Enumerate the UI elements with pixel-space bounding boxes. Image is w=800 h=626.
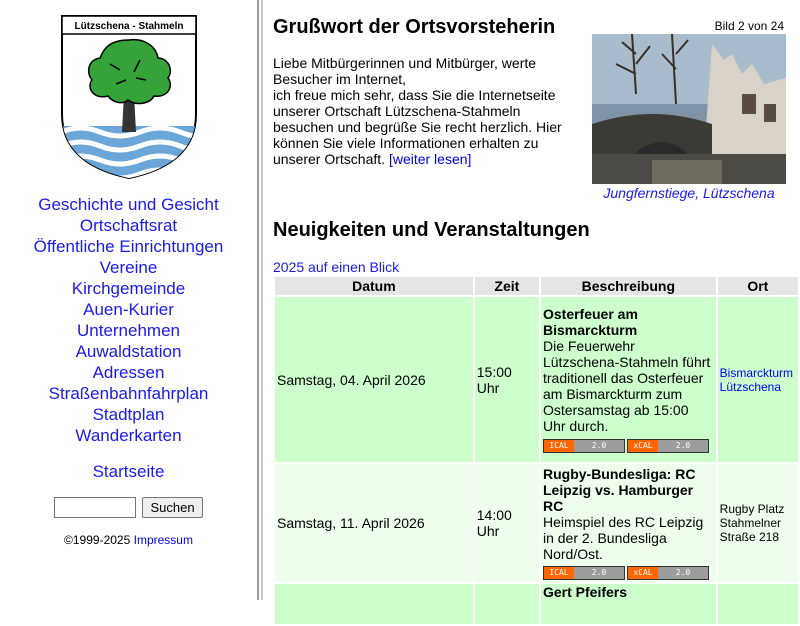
- nav-link-geschichte[interactable]: Geschichte und Gesicht: [0, 194, 257, 215]
- event-description: Rugby-Bundesliga: RC Leipzig vs. Hamburg…: [540, 464, 716, 582]
- event-time: 15:00 Uhr: [474, 297, 539, 462]
- event-location: Bismarckturm Lützschena: [717, 297, 798, 462]
- event-description: Osterfeuer am Bismarckturm Die Feuerwehr…: [540, 297, 716, 462]
- xcal-label: xCAL: [627, 439, 658, 452]
- ical-version: 2.0: [573, 439, 624, 452]
- location-line: Bismarckturm: [719, 365, 793, 380]
- calendar-badges: ICAL 2.0 xCAL 2.0: [542, 564, 711, 581]
- event-time: [474, 584, 539, 624]
- xcal-version: 2.0: [657, 439, 708, 452]
- table-row: Samstag, 11. April 2026 14:00 Uhr Rugby-…: [275, 464, 798, 582]
- copyright: ©1999-2025 Impressum: [0, 533, 257, 547]
- main-content: Grußwort der Ortsvorsteherin Liebe Mitbü…: [263, 0, 800, 624]
- photo-gallery: Bild 2 von 24 Jungfernstiege, Lützschena: [592, 19, 786, 201]
- search-form: Suchen: [54, 497, 203, 518]
- event-description: Gert Pfeifers: [540, 584, 716, 624]
- search-button[interactable]: Suchen: [142, 497, 203, 518]
- ical-badge[interactable]: ICAL 2.0: [542, 438, 625, 453]
- event-time: 14:00 Uhr: [474, 464, 539, 582]
- ical-label: ICAL: [543, 439, 574, 452]
- greeting-text: Liebe Mitbürgerinnen und Mitbürger, wert…: [273, 55, 583, 167]
- photo-counter: Bild 2 von 24: [714, 19, 784, 33]
- home-link-container: Startseite: [0, 462, 257, 482]
- photo-caption-link[interactable]: Jungfernstiege, Lützschena: [592, 185, 786, 201]
- nav-link-wanderkarten[interactable]: Wanderkarten: [0, 425, 257, 446]
- xcal-badge[interactable]: xCAL 2.0: [626, 566, 709, 581]
- copyright-text: ©1999-2025: [64, 533, 131, 547]
- ical-badge[interactable]: ICAL 2.0: [542, 566, 625, 581]
- nav-link-ortschaftsrat[interactable]: Ortschaftsrat: [0, 215, 257, 236]
- coat-of-arms-logo: Lützschena - Stahmeln: [61, 15, 197, 180]
- event-location: Rugby Platz Stahmelner Straße 218: [717, 464, 798, 582]
- impressum-link[interactable]: Impressum: [134, 533, 193, 547]
- event-title: Osterfeuer am Bismarckturm: [542, 306, 638, 339]
- event-location: [717, 584, 798, 624]
- event-date: Samstag, 11. April 2026: [275, 464, 473, 582]
- ical-label: ICAL: [543, 567, 574, 580]
- nav-link-vereine[interactable]: Vereine: [0, 257, 257, 278]
- main-navigation: Geschichte und Gesicht Ortschaftsrat Öff…: [0, 194, 257, 446]
- xcal-version: 2.0: [657, 567, 708, 580]
- location-line: Rugby Platz: [719, 502, 785, 516]
- nav-link-stadtplan[interactable]: Stadtplan: [0, 404, 257, 425]
- column-header-zeit: Zeit: [474, 277, 539, 295]
- news-title: Neuigkeiten und Veranstaltungen: [273, 219, 590, 241]
- nav-link-auen-kurier[interactable]: Auen-Kurier: [0, 299, 257, 320]
- nav-link-strassenbahnfahrplan[interactable]: Straßenbahnfahrplan: [0, 383, 257, 404]
- event-date: [275, 584, 473, 624]
- nav-link-auwaldstation[interactable]: Auwaldstation: [0, 341, 257, 362]
- event-text: Die Feuerwehr Lützschena-Stahmeln führt …: [542, 338, 711, 435]
- location-line: Lützschena: [719, 379, 782, 394]
- ical-version: 2.0: [573, 567, 624, 580]
- nav-link-adressen[interactable]: Adressen: [0, 362, 257, 383]
- event-title: Gert Pfeifers: [542, 584, 628, 600]
- column-header-ort: Ort: [717, 277, 798, 295]
- column-header-beschreibung: Beschreibung: [540, 277, 716, 295]
- calendar-badges: ICAL 2.0 xCAL 2.0: [542, 436, 711, 453]
- nav-link-kirchgemeinde[interactable]: Kirchgemeinde: [0, 278, 257, 299]
- gallery-photo[interactable]: [592, 34, 786, 184]
- greeting-title: Grußwort der Ortsvorsteherin: [273, 16, 556, 38]
- nav-link-startseite[interactable]: Startseite: [93, 462, 165, 481]
- svg-text:Lützschena - Stahmeln: Lützschena - Stahmeln: [75, 21, 184, 32]
- xcal-badge[interactable]: xCAL 2.0: [626, 438, 709, 453]
- xcal-label: xCAL: [627, 567, 658, 580]
- table-header-row: Datum Zeit Beschreibung Ort: [275, 277, 798, 295]
- read-more-link[interactable]: [weiter lesen]: [389, 151, 471, 167]
- location-line: Stahmelner Straße 218: [719, 516, 782, 544]
- events-table: Datum Zeit Beschreibung Ort Samstag, 04.…: [273, 275, 800, 626]
- search-input[interactable]: [54, 497, 136, 518]
- nav-link-unternehmen[interactable]: Unternehmen: [0, 320, 257, 341]
- column-header-datum: Datum: [275, 277, 473, 295]
- event-date: Samstag, 04. April 2026: [275, 297, 473, 462]
- event-title: Rugby-Bundesliga: RC Leipzig vs. Hamburg…: [542, 465, 696, 514]
- event-location-link[interactable]: Bismarckturm Lützschena: [720, 366, 793, 394]
- table-row: Samstag, 04. April 2026 15:00 Uhr Osterf…: [275, 297, 798, 462]
- year-overview-link[interactable]: 2025 auf einen Blick: [273, 259, 399, 275]
- event-text: Heimspiel des RC Leipzig in der 2. Bunde…: [542, 513, 704, 562]
- table-row: Gert Pfeifers: [275, 584, 798, 624]
- greeting-salutation: Liebe Mitbürgerinnen und Mitbürger, wert…: [273, 55, 537, 87]
- sidebar: Lützschena - Stahmeln Geschichte und Ges…: [0, 0, 257, 600]
- nav-link-einrichtungen[interactable]: Öffentliche Einrichtungen: [0, 236, 257, 257]
